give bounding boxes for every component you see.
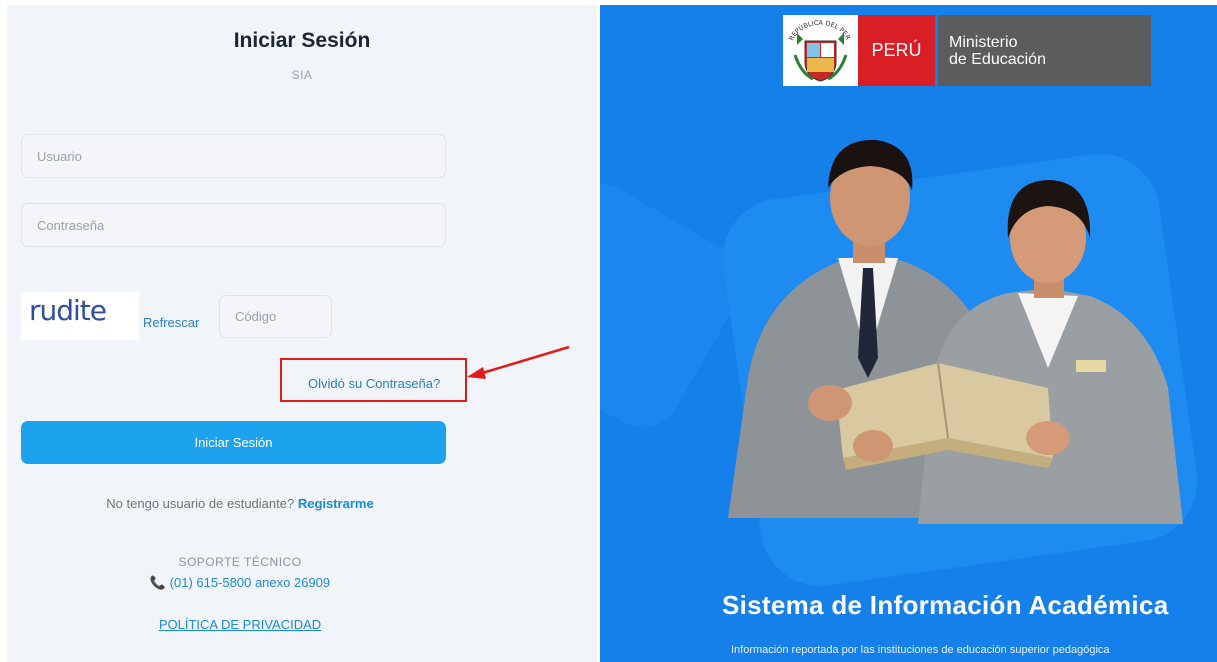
minedu-logo: REPÚBLICA DEL PERÚ PERÚ Ministerio de Ed… — [781, 8, 1151, 86]
hero-panel: REPÚBLICA DEL PERÚ PERÚ Ministerio de Ed… — [600, 5, 1217, 662]
hero-title: Sistema de Información Académica — [722, 590, 1169, 620]
support-phone-line: 📞 (01) 615-5800 anexo 26909 — [7, 575, 473, 591]
captcha-text: rudite — [29, 294, 107, 327]
page-title: Iniciar Sesión — [233, 29, 371, 52]
password-input[interactable] — [35, 216, 445, 234]
students-photo — [728, 139, 1183, 524]
username-field[interactable] — [21, 134, 446, 178]
code-input[interactable] — [233, 308, 331, 325]
ministry-line-2: de Educación — [949, 51, 1046, 68]
support-title: SOPORTE TÉCNICO — [178, 555, 302, 569]
page-subtitle: SIA — [291, 68, 313, 82]
register-line: No tengo usuario de estudiante? Registra… — [7, 496, 473, 511]
register-link[interactable]: Registrarme — [298, 496, 374, 511]
captcha-image: rudite — [21, 292, 139, 340]
login-button[interactable]: Iniciar Sesión — [21, 421, 446, 464]
peru-label: PERÚ — [858, 15, 935, 86]
ministry-line-1: Ministerio — [949, 34, 1018, 51]
phone-icon: 📞 — [149, 575, 167, 590]
hero-subtitle: Información reportada por las institucio… — [731, 644, 1110, 656]
coat-of-arms-icon: REPÚBLICA DEL PERÚ — [781, 8, 858, 86]
register-prompt: No tengo usuario de estudiante? — [106, 496, 295, 511]
login-panel: Iniciar Sesión SIA rudite Refrescar Olvi… — [7, 5, 597, 662]
ministry-label: Ministerio de Educación — [938, 15, 1151, 86]
refresh-captcha-link[interactable]: Refrescar — [143, 315, 199, 330]
code-field[interactable] — [219, 295, 332, 338]
support-phone-number: (01) 615-5800 anexo 26909 — [169, 575, 331, 590]
annotation-arrow-icon — [467, 345, 570, 379]
privacy-policy-link[interactable]: POLÍTICA DE PRIVACIDAD — [7, 617, 473, 632]
password-field[interactable] — [21, 203, 446, 247]
forgot-password-link[interactable]: Olvidó su Contraseña? — [308, 376, 440, 391]
username-input[interactable] — [35, 147, 445, 165]
